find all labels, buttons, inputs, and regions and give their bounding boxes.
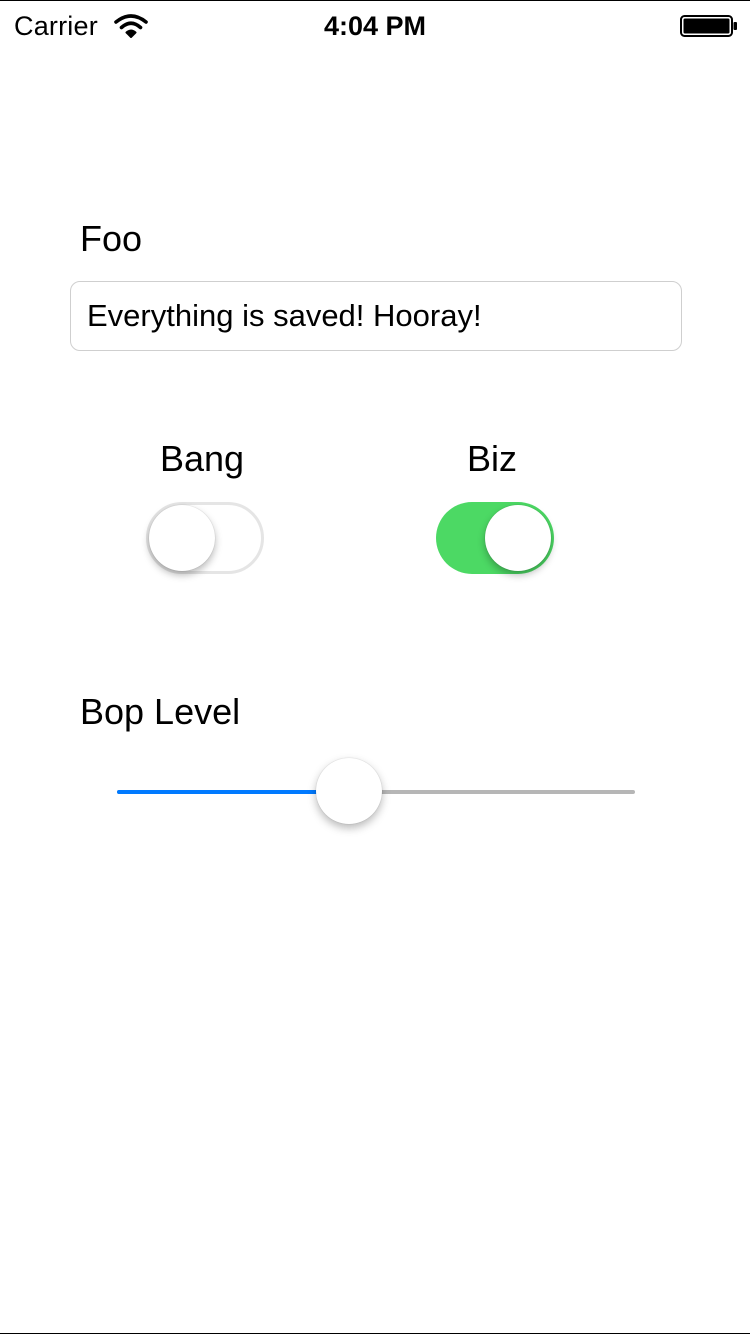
- biz-switch[interactable]: [436, 502, 554, 574]
- bang-switch-knob[interactable]: [149, 505, 215, 571]
- bang-switch[interactable]: [146, 502, 264, 574]
- foo-input[interactable]: [87, 282, 667, 349]
- foo-text-field[interactable]: [70, 281, 682, 351]
- biz-label: Biz: [466, 438, 517, 479]
- bop-level-slider[interactable]: [117, 753, 635, 833]
- status-time: 4:04 PM: [323, 11, 427, 41]
- slider-track-fill: [117, 790, 349, 794]
- app-screen: Carrier 4:04 PM Foo Bang Biz Bop Level: [0, 0, 750, 1334]
- battery-full-icon: [680, 15, 737, 37]
- bang-label: Bang: [159, 438, 245, 479]
- status-bar: Carrier 4:04 PM: [0, 1, 750, 49]
- bop-level-label: Bop Level: [80, 691, 241, 732]
- foo-label: Foo: [80, 218, 143, 259]
- biz-switch-knob[interactable]: [485, 505, 551, 571]
- slider-thumb[interactable]: [315, 758, 382, 824]
